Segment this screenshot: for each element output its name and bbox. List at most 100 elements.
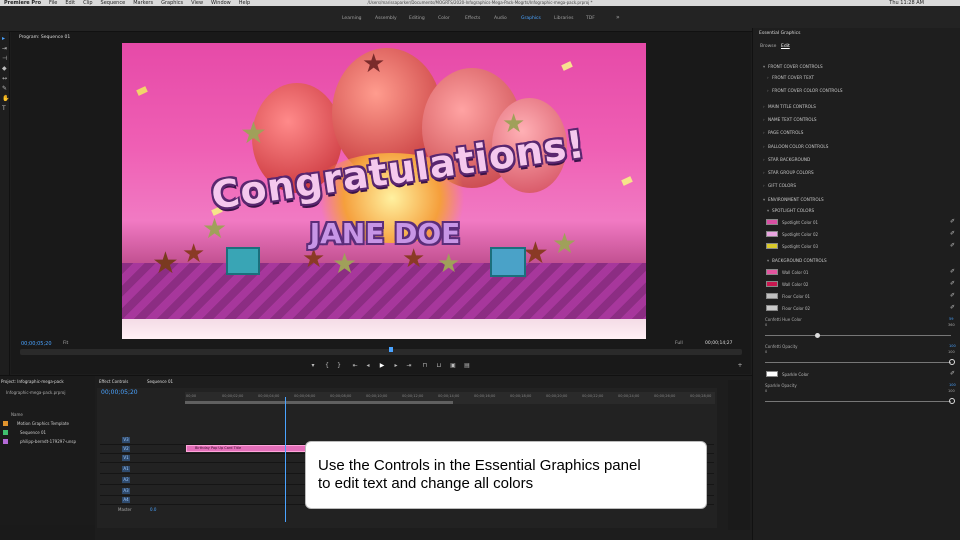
sparkle-opacity-value[interactable]: 100 xyxy=(949,383,956,387)
extract-icon[interactable]: ⊔ xyxy=(435,362,443,369)
tab-browse[interactable]: Browse xyxy=(760,44,776,49)
eyedropper-icon[interactable]: ✐ xyxy=(950,292,955,299)
effect-controls-tab[interactable]: Effect Controls xyxy=(99,379,128,384)
export-frame-icon[interactable]: ▣ xyxy=(449,362,457,369)
wall-color-01-swatch[interactable] xyxy=(766,269,778,275)
section-star-background[interactable]: › STAR BACKGROUND xyxy=(763,157,810,162)
workspace-graphics[interactable]: Graphics xyxy=(521,16,541,21)
add-marker-icon[interactable]: ▾ xyxy=(309,362,317,369)
selection-tool-icon[interactable]: ▸ xyxy=(2,36,8,42)
eyedropper-icon[interactable]: ✐ xyxy=(950,280,955,287)
instruction-callout: Use the Controls in the Essential Graphi… xyxy=(305,441,707,509)
floor-color-02-swatch[interactable] xyxy=(766,305,778,311)
mark-in-icon[interactable]: { xyxy=(323,362,331,369)
ripple-edit-tool-icon[interactable]: ⊣ xyxy=(2,56,8,62)
wall-color-01-label: Wall Color 01 xyxy=(782,270,809,275)
confetti-opacity-slider-knob[interactable] xyxy=(949,359,955,365)
section-front-cover-controls[interactable]: ▾ FRONT COVER CONTROLS xyxy=(763,64,823,69)
step-back-icon[interactable]: ◂ xyxy=(364,362,372,369)
project-tab[interactable]: Project: Infographic-mega-pack xyxy=(1,379,64,384)
eyedropper-icon[interactable]: ✐ xyxy=(950,268,955,275)
program-scrubber[interactable] xyxy=(20,349,742,355)
go-to-out-icon[interactable]: ⇥ xyxy=(405,362,413,369)
eyedropper-icon[interactable]: ✐ xyxy=(950,242,955,249)
slip-tool-icon[interactable]: ↔ xyxy=(2,76,8,82)
confetti-hue-slider[interactable] xyxy=(765,335,951,336)
track-select-tool-icon[interactable]: ⇥ xyxy=(2,46,8,52)
sparkle-opacity-slider-knob[interactable] xyxy=(949,398,955,404)
type-tool-icon[interactable]: T xyxy=(2,106,8,112)
workspace-effects[interactable]: Effects xyxy=(465,16,480,21)
eyedropper-icon[interactable]: ✐ xyxy=(950,218,955,225)
confetti-opacity-value[interactable]: 100 xyxy=(949,344,956,348)
floor-color-01-swatch[interactable] xyxy=(766,293,778,299)
more-workspaces-icon[interactable]: » xyxy=(616,14,620,21)
workspace-tdf[interactable]: TDF xyxy=(586,16,595,21)
essential-graphics-title[interactable]: Essential Graphics xyxy=(759,31,800,36)
go-to-in-icon[interactable]: ⇤ xyxy=(351,362,359,369)
eyedropper-icon[interactable]: ✐ xyxy=(950,370,955,377)
program-playhead[interactable] xyxy=(389,347,393,352)
project-item-sequence[interactable]: Sequence 01 xyxy=(20,430,46,435)
workspace-audio[interactable]: Audio xyxy=(494,16,507,21)
confetti-hue-value[interactable]: 59 xyxy=(949,317,953,321)
project-item-mogrt[interactable]: Motion Graphics Template xyxy=(17,421,69,426)
timeline-playhead[interactable] xyxy=(285,397,286,522)
program-timecode[interactable]: 00;00;05;20 xyxy=(21,341,52,347)
workspace-learning[interactable]: Learning xyxy=(342,16,362,21)
section-gift-colors[interactable]: › GIFT COLORS xyxy=(763,183,796,188)
track-label[interactable]: V2 xyxy=(122,446,130,452)
workspace-editing[interactable]: Editing xyxy=(409,16,425,21)
project-item-image[interactable]: philipp-berndt-179297-unsp xyxy=(20,439,76,444)
track-label[interactable]: V3 xyxy=(122,437,130,443)
section-star-group-colors[interactable]: › STAR GROUP COLORS xyxy=(763,170,814,175)
section-environment-controls[interactable]: ▾ ENVIRONMENT CONTROLS xyxy=(763,197,824,202)
track-label[interactable]: A4 xyxy=(122,497,130,503)
spotlight-color-01-swatch[interactable] xyxy=(766,219,778,225)
play-icon[interactable]: ▶ xyxy=(378,362,386,369)
eyedropper-icon[interactable]: ✐ xyxy=(950,230,955,237)
workspace-assembly[interactable]: Assembly xyxy=(375,16,397,21)
comparison-view-icon[interactable]: ▤ xyxy=(463,362,471,369)
name-column-header[interactable]: Name xyxy=(11,412,23,417)
track-label[interactable]: A1 xyxy=(122,466,130,472)
spotlight-color-02-swatch[interactable] xyxy=(766,231,778,237)
section-page-controls[interactable]: › PAGE CONTROLS xyxy=(763,130,803,135)
track-label[interactable]: A2 xyxy=(122,477,130,483)
confetti-hue-slider-knob[interactable] xyxy=(815,333,821,338)
workspace-color[interactable]: Color xyxy=(438,16,450,21)
timeline-clip[interactable]: Birthday Pop Up Card Title xyxy=(186,445,306,452)
track-label[interactable]: V1 xyxy=(122,455,130,461)
section-balloon-color-controls[interactable]: › BALLOON COLOR CONTROLS xyxy=(763,144,828,149)
program-monitor-title[interactable]: Program: Sequence 01 xyxy=(19,35,70,40)
sparkle-color-swatch[interactable] xyxy=(766,371,778,377)
pen-tool-icon[interactable]: ✎ xyxy=(2,86,8,92)
lift-icon[interactable]: ⊓ xyxy=(421,362,429,369)
section-front-cover-text[interactable]: › FRONT COVER TEXT xyxy=(767,75,814,80)
spotlight-color-03-swatch[interactable] xyxy=(766,243,778,249)
add-button-icon[interactable]: + xyxy=(736,362,744,369)
confetti-opacity-slider[interactable] xyxy=(765,362,951,363)
confetti-opacity-label: Confetti Opacity xyxy=(765,344,798,349)
hand-tool-icon[interactable]: ✋ xyxy=(2,96,9,102)
timeline-timecode[interactable]: 00;00;05;20 xyxy=(101,389,138,396)
eyedropper-icon[interactable]: ✐ xyxy=(950,304,955,311)
work-area-bar[interactable] xyxy=(185,401,453,404)
master-volume-value[interactable]: 0.0 xyxy=(150,507,156,512)
wall-color-02-swatch[interactable] xyxy=(766,281,778,287)
track-label[interactable]: A3 xyxy=(122,488,130,494)
sparkle-opacity-slider[interactable] xyxy=(765,401,951,402)
section-name-text-controls[interactable]: › NAME TEXT CONTROLS xyxy=(763,117,817,122)
workspace-libraries[interactable]: Libraries xyxy=(554,16,573,21)
section-background-controls[interactable]: ▾ BACKGROUND CONTROLS xyxy=(767,258,827,263)
mark-out-icon[interactable]: } xyxy=(335,362,343,369)
step-forward-icon[interactable]: ▸ xyxy=(392,362,400,369)
quality-dropdown[interactable]: Full xyxy=(675,341,683,346)
section-main-title-controls[interactable]: › MAIN TITLE CONTROLS xyxy=(763,104,816,109)
razor-tool-icon[interactable]: ◆ xyxy=(2,66,8,72)
section-front-cover-color-controls[interactable]: › FRONT COVER COLOR CONTROLS xyxy=(767,88,843,93)
fit-dropdown[interactable]: Fit xyxy=(63,341,68,346)
section-spotlight-colors[interactable]: ▾ SPOTLIGHT COLORS xyxy=(767,208,814,213)
sequence-tab[interactable]: Sequence 01 xyxy=(147,379,173,384)
tab-edit[interactable]: Edit xyxy=(781,44,790,49)
